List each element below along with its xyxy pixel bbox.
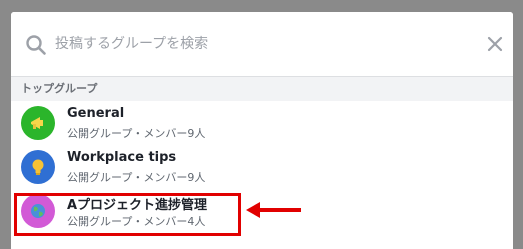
avatar	[21, 150, 55, 184]
group-list: General 公開グループ・メンバー9人 Workplace tips 公開グ…	[11, 101, 513, 233]
group-item-general[interactable]: General 公開グループ・メンバー9人	[11, 101, 513, 145]
screen-overlay: トップグループ General 公開グループ・メンバー9人	[0, 0, 523, 249]
lightbulb-icon	[32, 159, 44, 175]
avatar	[21, 194, 55, 228]
group-name: Aプロジェクト進捗管理	[67, 198, 208, 213]
search-icon	[25, 34, 47, 56]
group-name: General	[67, 106, 125, 121]
group-meta: 公開グループ・メンバー9人	[67, 171, 206, 184]
megaphone-icon	[31, 117, 43, 129]
group-item-a-project[interactable]: Aプロジェクト進捗管理 公開グループ・メンバー4人	[11, 189, 513, 233]
avatar	[21, 106, 55, 140]
search-bar	[11, 12, 513, 77]
group-item-workplace-tips[interactable]: Workplace tips 公開グループ・メンバー9人	[11, 145, 513, 189]
globe-icon	[31, 204, 45, 218]
group-meta: 公開グループ・メンバー9人	[67, 127, 206, 140]
close-icon[interactable]	[485, 34, 505, 54]
group-meta: 公開グループ・メンバー4人	[67, 215, 206, 228]
group-name: Workplace tips	[67, 150, 177, 165]
section-header-top-groups: トップグループ	[11, 77, 513, 101]
group-picker-dialog: トップグループ General 公開グループ・メンバー9人	[11, 12, 513, 249]
search-input[interactable]	[55, 30, 435, 58]
